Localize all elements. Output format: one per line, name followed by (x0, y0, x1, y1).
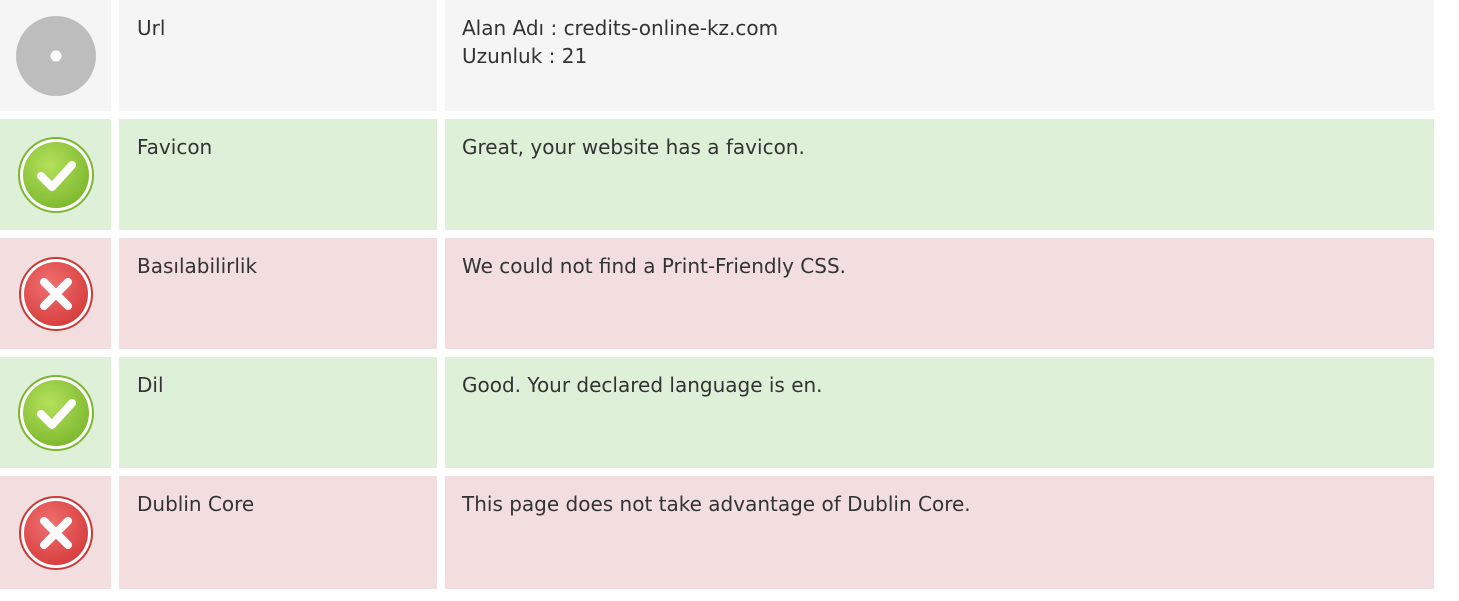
neutral-circle-icon (0, 0, 111, 111)
check-value-line: We could not find a Print-Friendly CSS. (462, 254, 847, 278)
error-x-circle-icon (0, 476, 111, 589)
check-value-line: This page does not take advantage of Dub… (462, 492, 971, 516)
check-value: We could not find a Print-Friendly CSS. (445, 238, 1434, 349)
check-circle-icon (0, 357, 111, 468)
check-label: Favicon (119, 119, 437, 230)
check-value: This page does not take advantage of Dub… (445, 476, 1434, 589)
check-label: Dil (119, 357, 437, 468)
check-circle-icon (0, 119, 111, 230)
check-value: Good. Your declared language is en. (445, 357, 1434, 468)
check-value-line: Alan Adı : credits-online-kz.com (462, 16, 779, 40)
error-x-circle-icon (0, 238, 111, 349)
check-row-favicon: Favicon Great, your website has a favico… (0, 119, 1434, 230)
check-value: Great, your website has a favicon. (445, 119, 1434, 230)
check-label: Url (119, 0, 437, 111)
check-label: Dublin Core (119, 476, 437, 589)
check-value-line: Good. Your declared language is en. (462, 373, 823, 397)
check-row-dublin-core: Dublin Core This page does not take adva… (0, 476, 1434, 589)
check-value-line: Great, your website has a favicon. (462, 135, 805, 159)
check-row-language: Dil Good. Your declared language is en. (0, 357, 1434, 468)
check-value: Alan Adı : credits-online-kz.com Uzunluk… (445, 0, 1434, 111)
check-row-url: Url Alan Adı : credits-online-kz.com Uzu… (0, 0, 1434, 111)
check-row-printability: Basılabilirlik We could not find a Print… (0, 238, 1434, 349)
check-label: Basılabilirlik (119, 238, 437, 349)
seo-check-list: Url Alan Adı : credits-online-kz.com Uzu… (0, 0, 1434, 589)
check-value-line: Uzunluk : 21 (462, 44, 588, 68)
